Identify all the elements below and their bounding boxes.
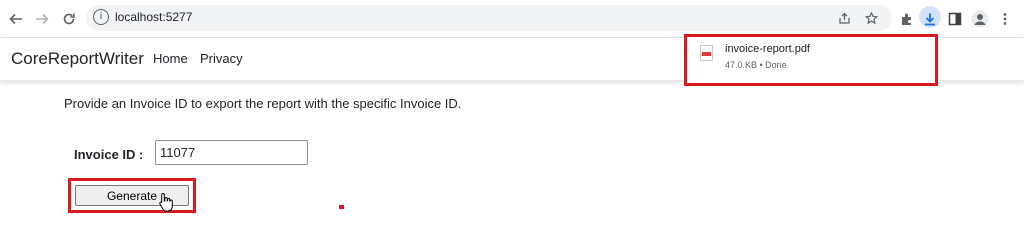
reload-icon[interactable] — [59, 9, 79, 29]
back-arrow-icon[interactable] — [6, 9, 26, 29]
nav-link-privacy[interactable]: Privacy — [200, 51, 243, 66]
pdf-file-icon — [700, 45, 713, 61]
invoice-id-label: Invoice ID : — [74, 147, 144, 162]
site-info-icon[interactable]: i — [93, 9, 109, 25]
share-icon[interactable] — [835, 9, 853, 27]
hand-cursor-icon — [158, 192, 174, 212]
address-bar[interactable]: i localhost:5277 — [86, 5, 892, 31]
download-icon[interactable] — [920, 9, 940, 29]
forward-arrow-icon[interactable] — [32, 9, 52, 29]
brand-link[interactable]: CoreReportWriter — [11, 49, 144, 69]
download-popup: invoice-report.pdf 47.0 KB • Done — [684, 34, 938, 86]
invoice-id-input[interactable] — [155, 140, 308, 165]
browser-toolbar: i localhost:5277 — [0, 0, 1024, 38]
bookmark-star-icon[interactable] — [862, 9, 880, 27]
profile-avatar-icon[interactable] — [970, 9, 990, 29]
side-panel-icon[interactable] — [945, 9, 965, 29]
nav-link-home[interactable]: Home — [153, 51, 188, 66]
generate-highlight: Generate — [68, 178, 196, 213]
address-bar-url[interactable]: localhost:5277 — [115, 10, 192, 24]
intro-text: Provide an Invoice ID to export the repo… — [64, 96, 462, 111]
red-marker-dot — [339, 205, 344, 209]
more-menu-icon[interactable] — [995, 9, 1015, 29]
extensions-icon[interactable] — [897, 9, 917, 29]
download-status: 47.0 KB • Done — [725, 60, 787, 70]
download-file-name[interactable]: invoice-report.pdf — [725, 43, 810, 55]
